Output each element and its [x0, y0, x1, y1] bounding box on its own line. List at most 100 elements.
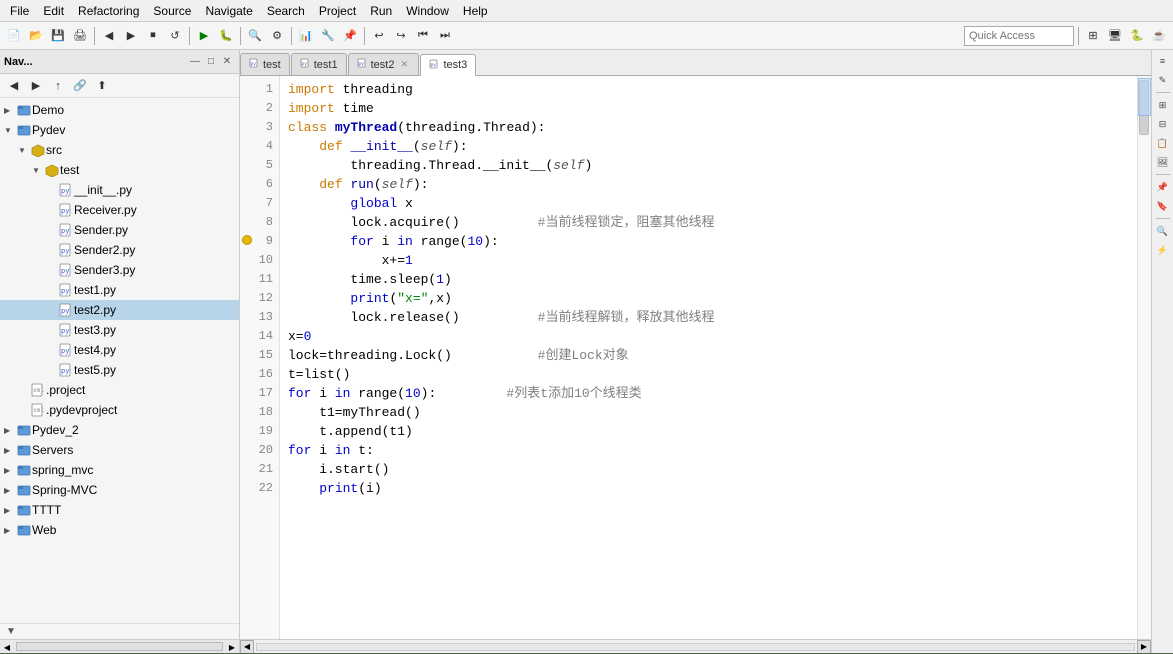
toolbar-btn-next[interactable]: ▶ — [121, 26, 141, 46]
navigator-minimize[interactable]: — — [187, 54, 203, 70]
right-btn-2[interactable]: ✎ — [1154, 71, 1172, 89]
menu-source[interactable]: Source — [147, 2, 197, 20]
toolbar-btn-extra3[interactable]: 📌 — [340, 26, 360, 46]
toolbar-btn-stop[interactable]: ⏹ — [143, 26, 163, 46]
tree-item-test3[interactable]: pytest3.py — [0, 320, 239, 340]
line-num-9: 9 — [240, 232, 279, 251]
nav-scroll-track[interactable] — [16, 642, 223, 651]
right-btn-10[interactable]: ⚡ — [1154, 241, 1172, 259]
toolbar-btn-perspective[interactable]: ⊞ — [1083, 26, 1103, 46]
tree-item-spring_mvc[interactable]: ▶spring_mvc — [0, 460, 239, 480]
tree-item-sender2[interactable]: pySender2.py — [0, 240, 239, 260]
nav-scroll-left[interactable]: ◀ — [0, 640, 14, 654]
right-btn-7[interactable]: 📌 — [1154, 178, 1172, 196]
nav-expand-arrow[interactable]: ▼ — [6, 626, 16, 637]
menu-help[interactable]: Help — [457, 2, 494, 20]
scrollbar-area[interactable] — [1137, 76, 1151, 639]
toolbar-btn-extra4[interactable]: ↩ — [369, 26, 389, 46]
right-btn-9[interactable]: 🔍 — [1154, 222, 1172, 240]
toolbar-btn-extra7[interactable]: ⏭ — [435, 26, 455, 46]
menu-navigate[interactable]: Navigate — [199, 2, 258, 20]
tree-item-pydev2[interactable]: ▶Pydev_2 — [0, 420, 239, 440]
tab-test[interactable]: pytest — [240, 53, 290, 75]
nav-back[interactable]: ◀ — [4, 76, 24, 96]
navigator-close[interactable]: ✕ — [219, 54, 235, 70]
toolbar-btn-prev[interactable]: ◀ — [99, 26, 119, 46]
right-btn-1[interactable]: ≡ — [1154, 52, 1172, 70]
menu-file[interactable]: File — [4, 2, 35, 20]
menu-search[interactable]: Search — [261, 2, 311, 20]
toolbar-btn-p1[interactable]: 🖥 — [1105, 26, 1125, 46]
toolbar-btn-open[interactable]: 📂 — [26, 26, 46, 46]
menu-run[interactable]: Run — [364, 2, 398, 20]
line-num-11: 11 — [240, 270, 279, 289]
right-btn-4[interactable]: ⊟ — [1154, 115, 1172, 133]
right-btn-5[interactable]: 📋 — [1154, 134, 1172, 152]
toolbar-btn-save[interactable]: 💾 — [48, 26, 68, 46]
tree-item-tttt[interactable]: ▶TTTT — [0, 500, 239, 520]
svg-text:py: py — [61, 308, 69, 316]
right-btn-8[interactable]: 🔖 — [1154, 197, 1172, 215]
tab-test2[interactable]: pytest2✕ — [348, 53, 420, 75]
quick-access-input[interactable] — [964, 26, 1074, 46]
toolbar-btn-print[interactable]: 🖨 — [70, 26, 90, 46]
tree-item-spring_mvc2[interactable]: ▶Spring-MVC — [0, 480, 239, 500]
scroll-left-btn[interactable]: ◀ — [240, 640, 254, 654]
tree-item-test5[interactable]: pytest5.py — [0, 360, 239, 380]
nav-up[interactable]: ↑ — [48, 76, 68, 96]
tree-item-src[interactable]: ▼src — [0, 140, 239, 160]
tree-item-test2[interactable]: pytest2.py — [0, 300, 239, 320]
toolbar-btn-extra5[interactable]: ↪ — [391, 26, 411, 46]
tree-item-test[interactable]: ▼test — [0, 160, 239, 180]
svg-text:xml: xml — [33, 407, 44, 414]
tree-item-test1[interactable]: pytest1.py — [0, 280, 239, 300]
toolbar-btn-p2[interactable]: 🐍 — [1127, 26, 1147, 46]
tree-item-sender3[interactable]: pySender3.py — [0, 260, 239, 280]
toolbar-btn-run[interactable]: ▶ — [194, 26, 214, 46]
scroll-right-btn[interactable]: ▶ — [1137, 640, 1151, 654]
tree-item-demo[interactable]: ▶Demo — [0, 100, 239, 120]
tree-item-init[interactable]: py__init__.py — [0, 180, 239, 200]
tree-item-pydev[interactable]: ▼Pydev — [0, 120, 239, 140]
tree-item-sender[interactable]: pySender.py — [0, 220, 239, 240]
toolbar-btn-settings[interactable]: ⚙ — [267, 26, 287, 46]
right-btn-6[interactable]: 🖼 — [1154, 153, 1172, 171]
scroll-track[interactable] — [256, 643, 1135, 651]
toolbar-btn-extra1[interactable]: 📊 — [296, 26, 316, 46]
nav-collapse[interactable]: ⬆ — [92, 76, 112, 96]
menu-edit[interactable]: Edit — [37, 2, 70, 20]
right-btn-3[interactable]: ⊞ — [1154, 96, 1172, 114]
toolbar-btn-refresh[interactable]: ↺ — [165, 26, 185, 46]
tree-icon-pydev — [16, 122, 32, 138]
nav-scroll-right[interactable]: ▶ — [225, 640, 239, 654]
menu-refactoring[interactable]: Refactoring — [72, 2, 145, 20]
toolbar-btn-search[interactable]: 🔍 — [245, 26, 265, 46]
tab-close-test2[interactable]: ✕ — [398, 59, 410, 71]
tree-item-receiver[interactable]: pyReceiver.py — [0, 200, 239, 220]
line-num-17: 17 — [240, 384, 279, 403]
toolbar-btn-debug[interactable]: 🐛 — [216, 26, 236, 46]
tab-test1[interactable]: pytest1 — [291, 53, 347, 75]
tab-test3[interactable]: pytest3 — [420, 54, 476, 76]
tree-item-web[interactable]: ▶Web — [0, 520, 239, 540]
menu-project[interactable]: Project — [313, 2, 362, 20]
tree-item-pydevproject[interactable]: xml.pydevproject — [0, 400, 239, 420]
tree-item-dotproject[interactable]: xml.project — [0, 380, 239, 400]
nav-link[interactable]: 🔗 — [70, 76, 90, 96]
nav-forward[interactable]: ▶ — [26, 76, 46, 96]
toolbar-btn-p3[interactable]: ☕ — [1149, 26, 1169, 46]
code-line-10: x+=1 — [288, 251, 1129, 270]
tree-item-test4[interactable]: pytest4.py — [0, 340, 239, 360]
code-line-12: print("x=",x) — [288, 289, 1129, 308]
code-line-1: import threading — [288, 80, 1129, 99]
toolbar-btn-new[interactable]: 📄 — [4, 26, 24, 46]
menu-window[interactable]: Window — [400, 2, 455, 20]
tree-icon-sender2: py — [58, 242, 74, 258]
toolbar-btn-extra2[interactable]: 🔧 — [318, 26, 338, 46]
navigator-maximize[interactable]: □ — [203, 54, 219, 70]
tree-item-servers[interactable]: ▶Servers — [0, 440, 239, 460]
svg-text:py: py — [61, 268, 69, 276]
svg-text:py: py — [61, 368, 69, 376]
code-content[interactable]: import threadingimport timeclass myThrea… — [280, 76, 1137, 639]
toolbar-btn-extra6[interactable]: ⏮ — [413, 26, 433, 46]
